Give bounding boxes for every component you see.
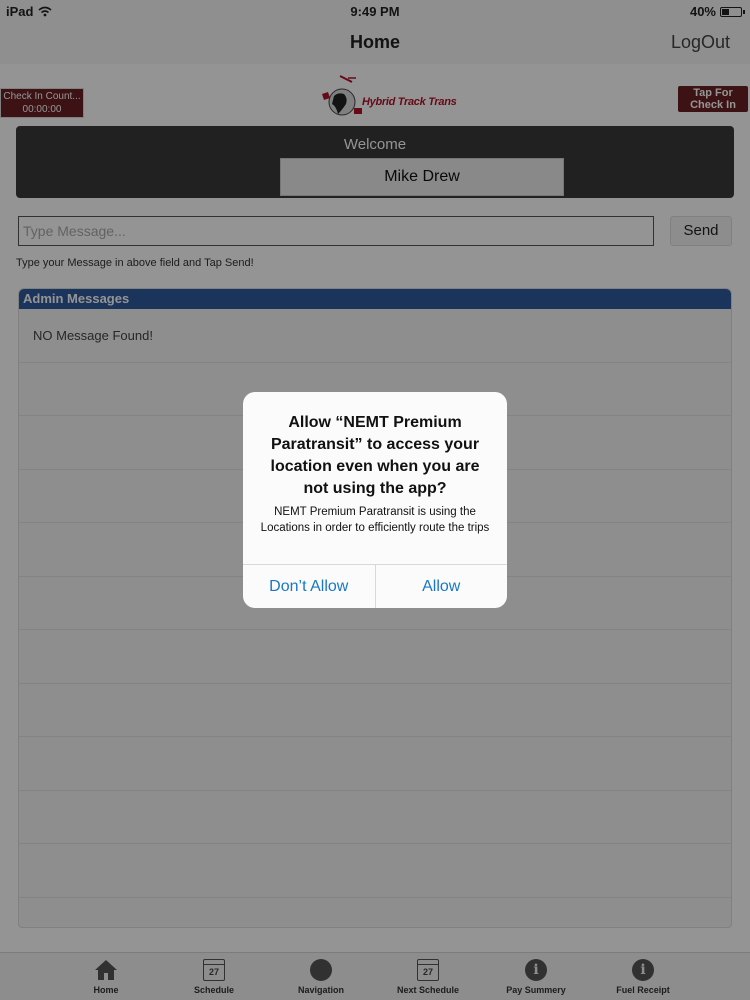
dont-allow-button[interactable]: Don’t Allow	[243, 565, 375, 608]
alert-buttons: Don’t Allow Allow	[243, 564, 507, 608]
alert-message: NEMT Premium Paratransit is using the Lo…	[260, 506, 490, 534]
allow-button[interactable]: Allow	[374, 565, 508, 608]
alert-title: Allow “NEMT Premium Paratransit” to acce…	[270, 414, 480, 497]
location-permission-alert: Allow “NEMT Premium Paratransit” to acce…	[243, 392, 507, 608]
